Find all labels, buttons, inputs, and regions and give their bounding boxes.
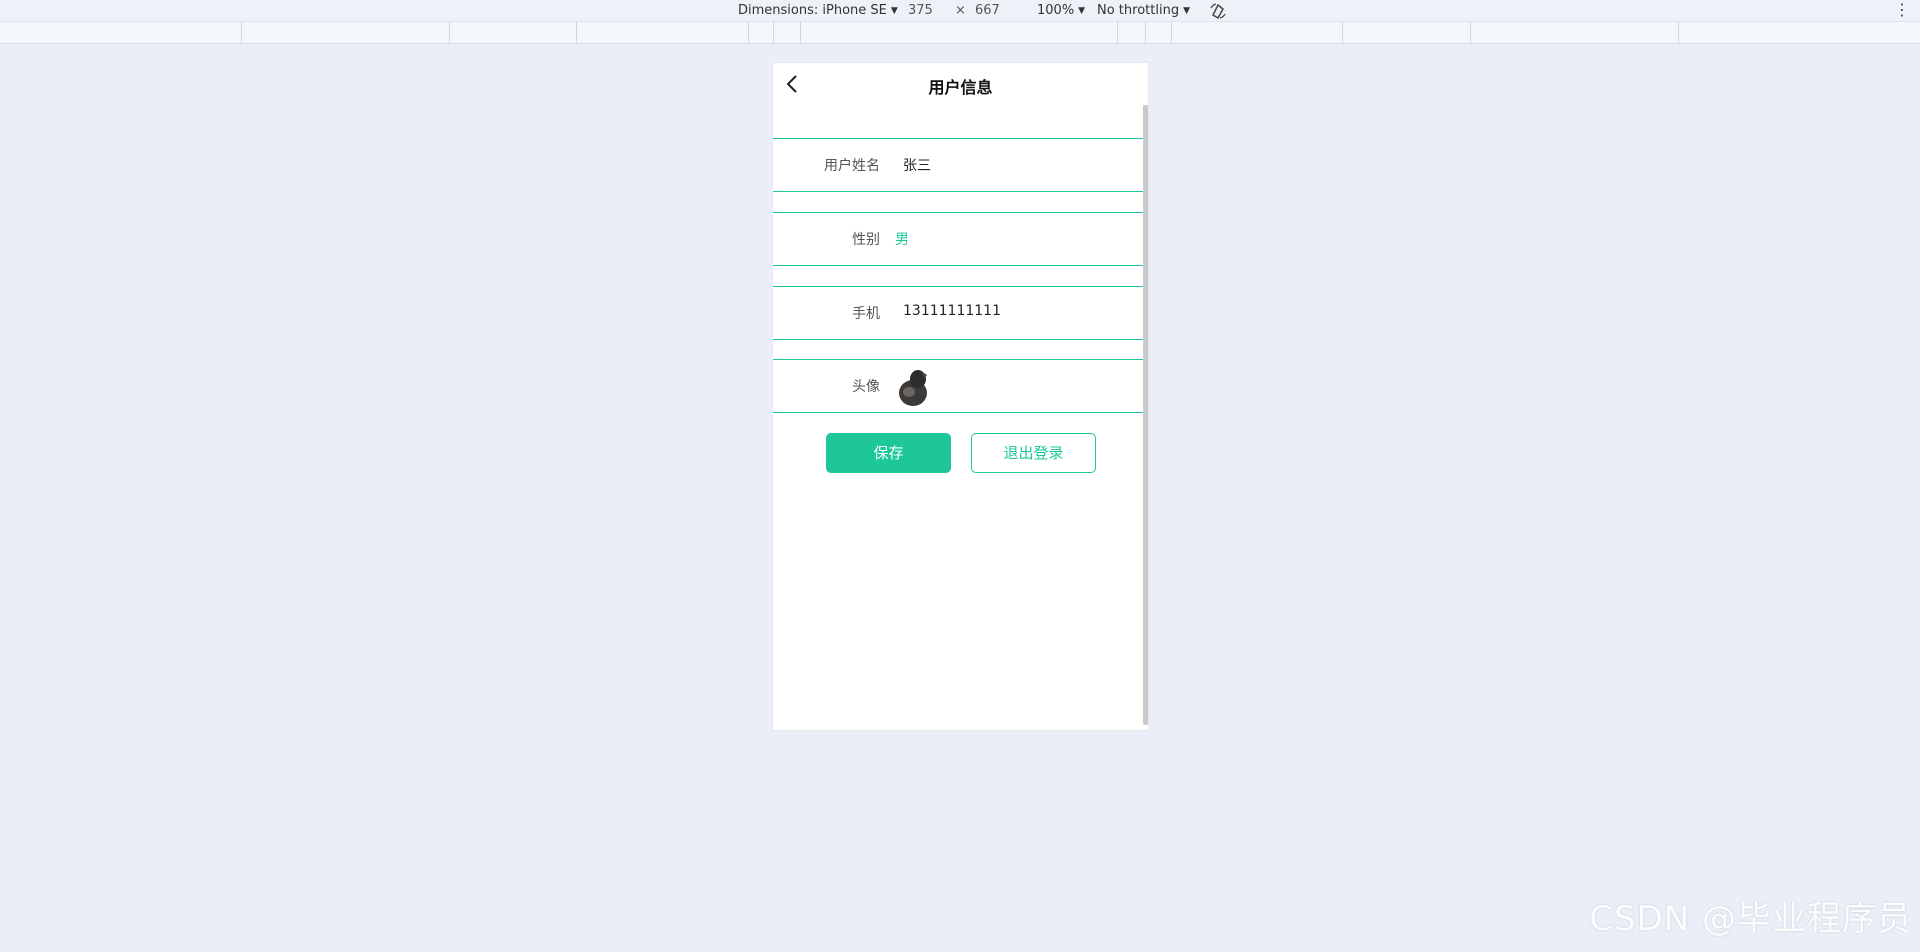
media-query-bar: [0, 22, 1920, 44]
phone-viewport: 用户信息 用户姓名 张三 性别 男 手机 13111111111 头像 保存 退…: [773, 63, 1148, 730]
times-sign: ×: [955, 3, 966, 18]
page-title: 用户信息: [928, 78, 993, 97]
caret-down-icon: ▼: [1078, 6, 1086, 16]
field-row-avatar: 头像: [773, 359, 1145, 413]
logout-button[interactable]: 退出登录: [971, 433, 1096, 473]
width-input[interactable]: 375: [908, 3, 933, 18]
gender-picker[interactable]: 男: [895, 229, 909, 249]
field-row-phone: 手机 13111111111: [773, 286, 1145, 340]
zoom-label: 100%: [1037, 3, 1075, 18]
phone-input[interactable]: 13111111111: [903, 303, 1001, 319]
caret-down-icon: ▼: [1183, 6, 1190, 16]
devtools-toolbar: Dimensions: iPhone SE ▼ 375 × 667 100% ▼ N…: [0, 0, 1920, 22]
zoom-select[interactable]: 100% ▼: [1037, 3, 1085, 18]
throttling-label: No throttling: [1097, 3, 1180, 18]
field-label-avatar: 头像: [852, 379, 880, 395]
field-row-gender: 性别 男: [773, 212, 1145, 266]
more-options-icon[interactable]: ⋮: [1894, 0, 1910, 20]
caret-down-icon: ▼: [890, 6, 898, 16]
scrollbar[interactable]: [1143, 105, 1148, 725]
field-row-name: 用户姓名 张三: [773, 138, 1145, 192]
dimensions-select[interactable]: Dimensions: iPhone SE ▼: [738, 3, 898, 18]
watermark: CSDN @毕业程序员: [1589, 899, 1912, 939]
dimensions-label: Dimensions: iPhone SE: [738, 3, 887, 18]
field-label-name: 用户姓名: [824, 158, 880, 174]
save-button[interactable]: 保存: [826, 433, 951, 473]
field-label-gender: 性别: [852, 232, 880, 248]
height-input[interactable]: 667: [975, 3, 1000, 18]
nav-bar: 用户信息: [773, 63, 1148, 105]
field-label-phone: 手机: [852, 306, 880, 322]
throttling-select[interactable]: No throttling ▼: [1097, 3, 1190, 18]
avatar[interactable]: [893, 365, 937, 409]
name-input[interactable]: 张三: [903, 155, 931, 175]
rotate-icon[interactable]: [1208, 1, 1228, 21]
